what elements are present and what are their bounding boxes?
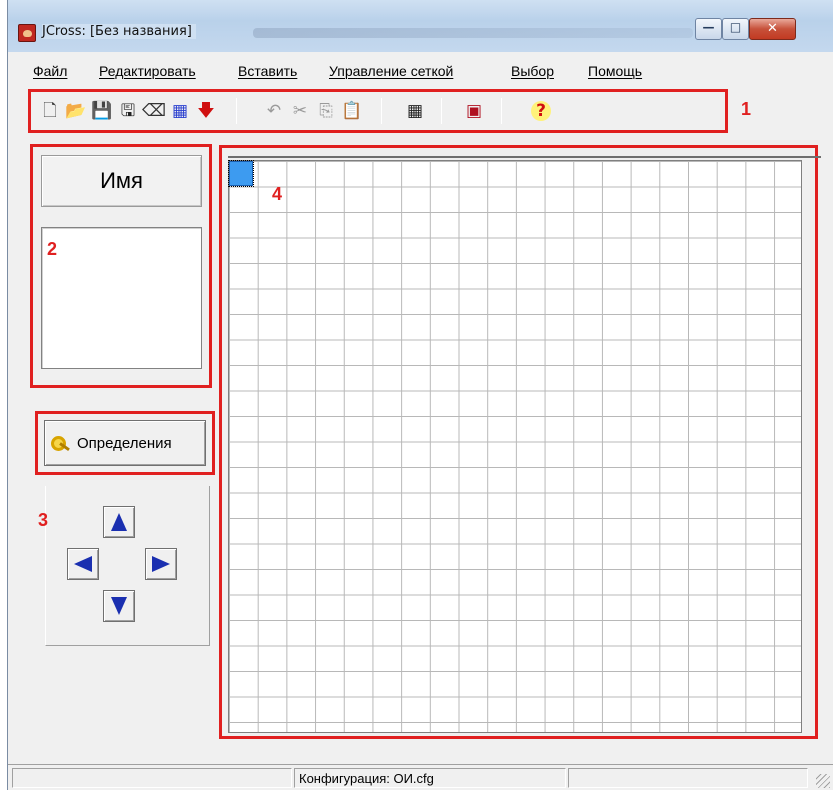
toolbar-separator: [381, 98, 382, 124]
toolbar: 🗋 📂 💾 🖫 ⌫ ▦ 🡇 ↶ ✂ ⎘ 📋 ▦ ▣ ?: [28, 89, 728, 133]
menu-select[interactable]: Выбор: [511, 63, 554, 79]
move-down-button[interactable]: [103, 590, 135, 622]
new-file-icon[interactable]: 🗋: [39, 100, 61, 122]
cut-icon[interactable]: ✂: [289, 100, 311, 122]
resize-grip[interactable]: [816, 774, 830, 788]
callout-number: 1: [741, 99, 752, 119]
menu-file[interactable]: Файл: [33, 63, 67, 79]
key-icon: [51, 434, 71, 452]
move-left-button[interactable]: [67, 548, 99, 580]
name-list[interactable]: [41, 227, 202, 369]
title-blur-overlay: [253, 28, 693, 38]
title-bar: JCross: [Без названия] — □ ✕: [8, 0, 833, 52]
maximize-button[interactable]: □: [722, 18, 749, 40]
open-folder-icon[interactable]: 📂: [65, 100, 87, 122]
grid-pattern-icon[interactable]: ▦: [169, 100, 191, 122]
status-cell-config: Конфигурация: ОИ.cfg: [294, 768, 566, 788]
app-icon[interactable]: [18, 24, 36, 42]
down-arrow-icon[interactable]: 🡇: [195, 100, 217, 122]
move-up-button[interactable]: [103, 506, 135, 538]
definitions-highlight: Определения: [35, 411, 215, 475]
save-as-icon[interactable]: 🖫: [117, 100, 139, 122]
minimize-icon: —: [702, 20, 715, 34]
definitions-label: Определения: [77, 434, 172, 452]
menu-help[interactable]: Помощь: [588, 63, 642, 79]
menu-grid-control[interactable]: Управление сеткой: [329, 63, 453, 79]
status-config-text: Конфигурация: ОИ.cfg: [299, 771, 434, 786]
toolbar-separator: [501, 98, 502, 124]
eraser-icon[interactable]: ⌫: [142, 100, 166, 122]
close-button[interactable]: ✕: [749, 18, 796, 40]
callout-number: 4: [272, 184, 283, 204]
selected-grid-cell[interactable]: [228, 160, 254, 187]
paste-icon[interactable]: 📋: [341, 100, 363, 122]
window-title: JCross: [Без названия]: [42, 24, 196, 39]
toolbar-separator: [236, 98, 237, 124]
menu-edit[interactable]: Редактировать: [99, 63, 196, 79]
status-cell-right: [568, 768, 808, 788]
menu-bar: Файл Редактировать Вставить Управление с…: [8, 58, 833, 84]
arrow-left-icon: [74, 556, 92, 572]
definitions-button[interactable]: Определения: [44, 420, 206, 466]
menu-insert[interactable]: Вставить: [238, 63, 297, 79]
move-right-button[interactable]: [145, 548, 177, 580]
help-icon[interactable]: ?: [531, 101, 551, 121]
callout-number: 3: [38, 510, 49, 530]
toolbar-separator: [441, 98, 442, 124]
close-icon: ✕: [767, 21, 778, 36]
arrow-right-icon: [152, 556, 170, 572]
palette-icon[interactable]: ▣: [463, 100, 485, 122]
name-panel: Имя 2: [30, 144, 212, 388]
status-bar: Конфигурация: ОИ.cfg: [8, 764, 833, 790]
copy-icon[interactable]: ⎘: [315, 100, 337, 122]
callout-number: 2: [47, 239, 58, 259]
arrow-down-icon: [111, 597, 127, 615]
crossword-grid[interactable]: [228, 160, 802, 733]
grid-table-icon[interactable]: ▦: [404, 100, 426, 122]
navigation-panel: [45, 486, 210, 646]
grid-top-border: [228, 156, 821, 158]
app-window: JCross: [Без названия] — □ ✕ Файл Редакт…: [7, 0, 833, 790]
status-cell-left: [12, 768, 292, 788]
maximize-icon: □: [729, 20, 742, 34]
undo-icon[interactable]: ↶: [263, 100, 285, 122]
grid-panel: 4: [219, 145, 821, 739]
arrow-up-icon: [111, 513, 127, 531]
minimize-button[interactable]: —: [695, 18, 722, 40]
name-column-header[interactable]: Имя: [41, 155, 202, 207]
save-icon[interactable]: 💾: [91, 100, 113, 122]
